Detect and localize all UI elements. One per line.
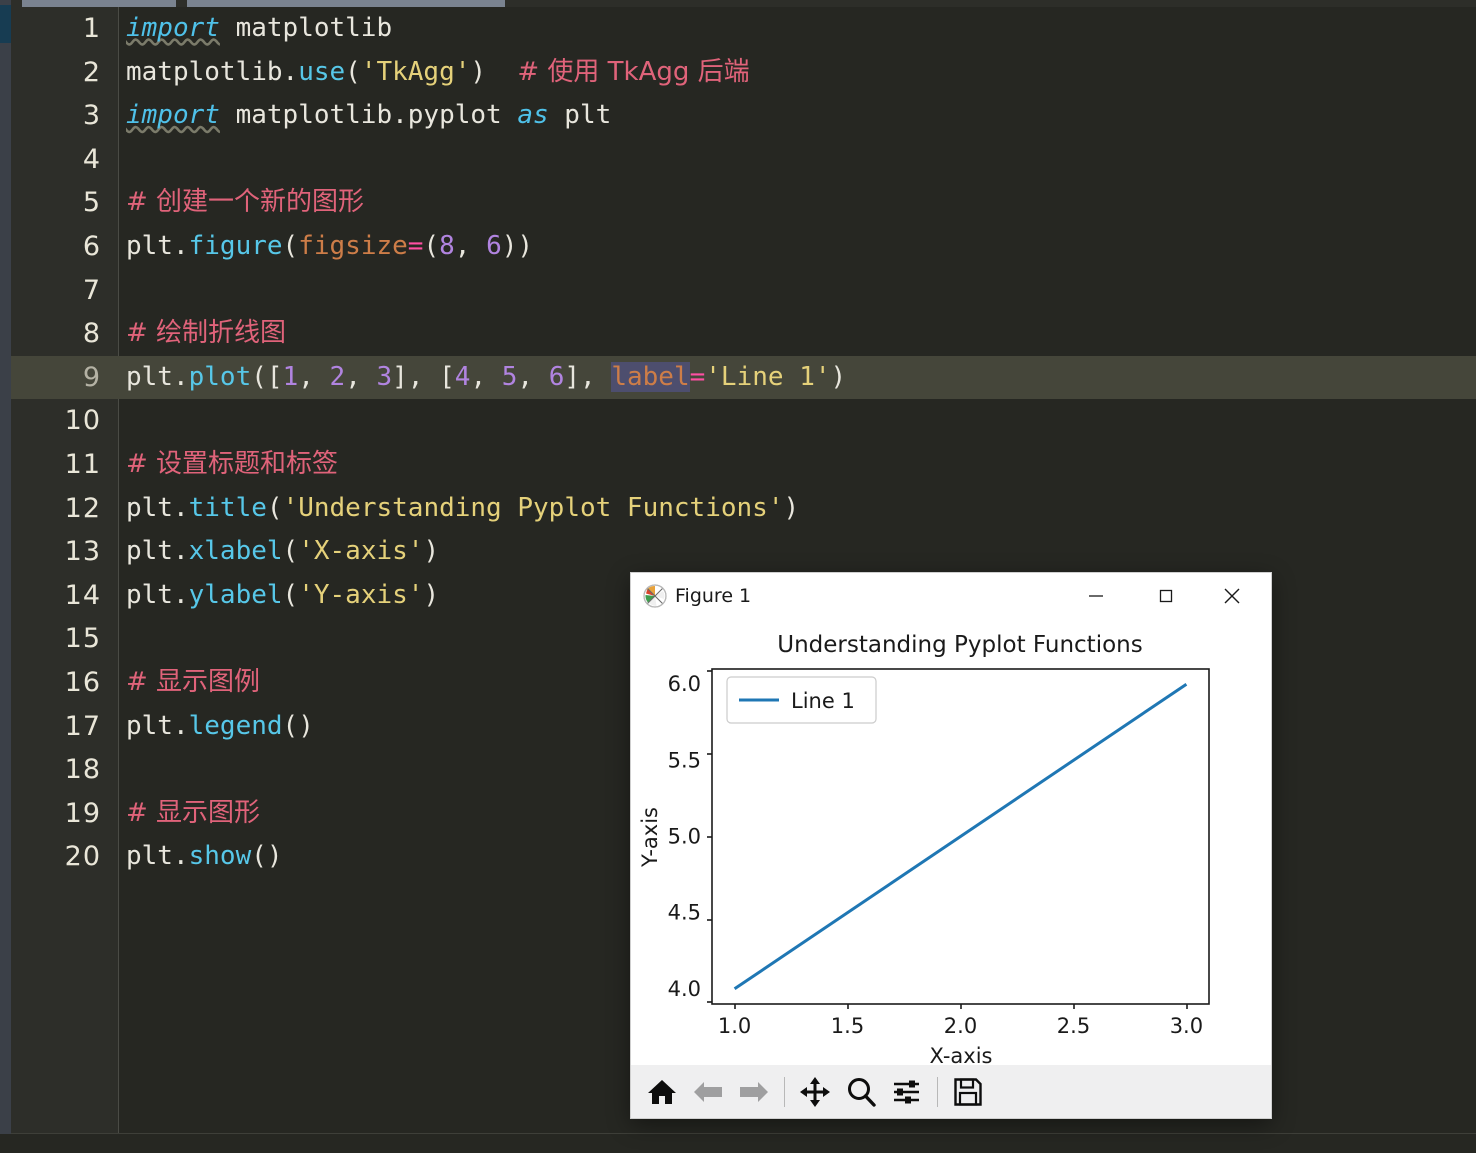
editor-bottom-fill	[0, 1134, 1476, 1153]
figure-canvas[interactable]: Understanding Pyplot Functions 6.0 5.5 5…	[631, 619, 1271, 1065]
y-tick-label: 5.5	[668, 748, 701, 772]
close-button[interactable]	[1207, 573, 1257, 619]
line-number: 4	[82, 143, 101, 175]
code-line-12[interactable]: 12 plt.title('Understanding Pyplot Funct…	[0, 487, 1476, 531]
code-text[interactable]: import matplotlib.pyplot as plt	[126, 94, 611, 138]
home-button[interactable]	[639, 1069, 685, 1115]
code-text[interactable]: matplotlib.use('TkAgg') # 使用 TkAgg 后端	[126, 51, 750, 95]
code-text[interactable]: plt.ylabel('Y-axis')	[126, 574, 439, 618]
line-number: 19	[64, 797, 101, 829]
code-line-7[interactable]: 7	[0, 269, 1476, 313]
chart-title: Understanding Pyplot Functions	[777, 632, 1142, 658]
x-axis-label: X-axis	[930, 1044, 993, 1065]
toolbar-separator-1	[784, 1076, 785, 1107]
code-text[interactable]: # 显示图形	[126, 792, 260, 836]
code-text[interactable]: plt.show()	[126, 835, 283, 879]
code-line-4[interactable]: 4	[0, 138, 1476, 182]
line-number: 2	[82, 56, 101, 88]
code-text[interactable]: # 设置标题和标签	[126, 443, 338, 487]
code-line-6[interactable]: 6 plt.figure(figsize=(8, 6))	[0, 225, 1476, 269]
code-line-2[interactable]: 2 matplotlib.use('TkAgg') # 使用 TkAgg 后端	[0, 51, 1476, 95]
x-tick-label: 2.5	[1057, 1014, 1090, 1038]
x-tick-label: 1.0	[718, 1014, 751, 1038]
chart-legend[interactable]: Line 1	[726, 676, 877, 724]
horizontal-scrollbar-track[interactable]	[11, 0, 1476, 7]
line-number: 20	[64, 841, 101, 873]
code-text[interactable]: import matplotlib	[126, 7, 392, 51]
code-text[interactable]: plt.figure(figsize=(8, 6))	[126, 225, 533, 269]
sliders-icon	[894, 1080, 919, 1103]
code-text[interactable]: plt.legend()	[126, 705, 314, 749]
line-number: 3	[82, 100, 101, 132]
line-number: 9	[82, 361, 101, 393]
code-line-1[interactable]: 1 import matplotlib	[0, 7, 1476, 51]
figure-navigation-toolbar[interactable]	[631, 1065, 1271, 1118]
code-line-3[interactable]: 3 import matplotlib.pyplot as plt	[0, 94, 1476, 138]
x-tick-label: 1.5	[831, 1014, 864, 1038]
horizontal-scrollbar-thumb[interactable]	[22, 0, 176, 7]
horizontal-scrollbar-thumb-secondary[interactable]	[187, 0, 505, 7]
line-number: 12	[64, 492, 101, 524]
x-tick-label: 2.0	[944, 1014, 977, 1038]
save-button[interactable]	[945, 1069, 991, 1115]
home-icon	[648, 1079, 676, 1104]
y-tick-label: 5.0	[668, 825, 701, 849]
line-number: 1	[82, 13, 101, 44]
line-number: 8	[82, 318, 101, 350]
legend-label: Line 1	[791, 689, 855, 713]
line-number: 15	[64, 623, 101, 655]
close-icon	[1224, 588, 1240, 604]
y-tick-label: 4.0	[668, 977, 701, 1001]
y-tick-label: 6.0	[668, 672, 701, 696]
line-number: 17	[64, 710, 101, 742]
back-arrow-icon	[694, 1081, 722, 1102]
code-text[interactable]: plt.xlabel('X-axis')	[126, 530, 439, 574]
plot-svg: Understanding Pyplot Functions 6.0 5.5 5…	[631, 619, 1271, 1065]
y-axis-label: Y-axis	[638, 807, 662, 868]
line-number: 6	[82, 230, 101, 262]
code-text[interactable]: plt.title('Understanding Pyplot Function…	[126, 487, 799, 531]
line-number: 7	[82, 274, 101, 306]
selected-token[interactable]: label	[611, 361, 690, 392]
configure-subplots-button[interactable]	[884, 1069, 930, 1115]
zoom-button[interactable]	[838, 1069, 884, 1115]
magnifier-icon	[848, 1077, 876, 1107]
forward-button[interactable]	[731, 1069, 777, 1115]
code-line-8[interactable]: 8 # 绘制折线图	[0, 312, 1476, 356]
line-number: 5	[82, 187, 101, 219]
pan-button[interactable]	[792, 1069, 838, 1115]
line-number: 13	[64, 536, 101, 568]
line-number: 11	[64, 448, 101, 480]
toolbar-separator-2	[937, 1076, 938, 1107]
forward-arrow-icon	[740, 1081, 768, 1102]
minimize-button[interactable]	[1071, 573, 1121, 619]
code-text[interactable]: # 显示图例	[126, 661, 260, 705]
code-line-13[interactable]: 13 plt.xlabel('X-axis')	[0, 530, 1476, 574]
matplotlib-pinwheel-icon	[643, 584, 667, 608]
code-line-9-active[interactable]: 9 plt.plot([1, 2, 3], [4, 5, 6], label='…	[0, 355, 1476, 400]
line-number: 18	[64, 754, 101, 786]
y-tick-label: 4.5	[668, 901, 701, 925]
figure-title-bar[interactable]: Figure 1	[631, 573, 1271, 619]
figure-window-title: Figure 1	[675, 585, 752, 607]
line-number: 10	[64, 405, 101, 437]
code-line-10[interactable]: 10	[0, 399, 1476, 443]
floppy-disk-icon	[954, 1077, 982, 1106]
code-text[interactable]: # 绘制折线图	[126, 312, 286, 356]
code-text[interactable]: plt.plot([1, 2, 3], [4, 5, 6], label='Li…	[126, 356, 846, 400]
line-number: 16	[64, 666, 101, 698]
code-text[interactable]: # 创建一个新的图形	[126, 181, 364, 225]
line-number: 14	[64, 579, 101, 611]
move-cross-icon	[800, 1076, 830, 1107]
x-tick-label: 3.0	[1170, 1014, 1203, 1038]
minimize-icon	[1089, 595, 1103, 597]
matplotlib-figure-window[interactable]: Figure 1 Understanding Pyplot Functions	[631, 573, 1271, 1118]
back-button[interactable]	[685, 1069, 731, 1115]
code-line-11[interactable]: 11 # 设置标题和标签	[0, 443, 1476, 487]
maximize-icon	[1159, 589, 1173, 603]
maximize-button[interactable]	[1141, 573, 1191, 619]
code-line-5[interactable]: 5 # 创建一个新的图形	[0, 181, 1476, 225]
